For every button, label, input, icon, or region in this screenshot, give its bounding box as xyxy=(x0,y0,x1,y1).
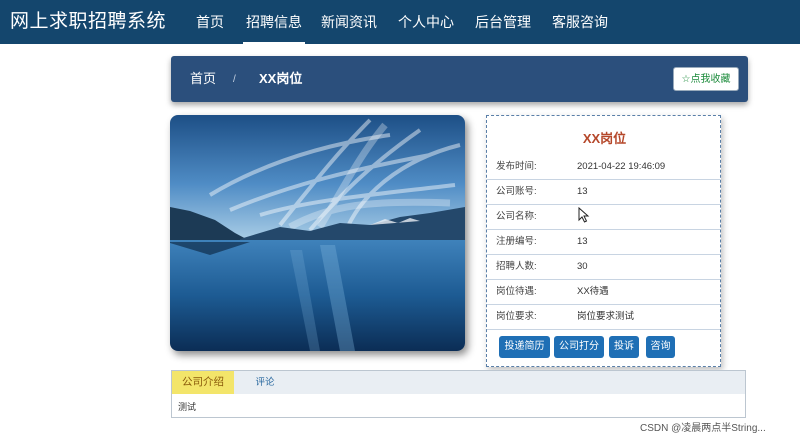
row-value: XX待遇 xyxy=(577,286,609,297)
row-value: 13 xyxy=(577,186,588,197)
nav-admin[interactable]: 后台管理 xyxy=(472,0,534,44)
row-label: 注册编号: xyxy=(496,236,537,247)
nav-customer-service[interactable]: 客服咨询 xyxy=(549,0,611,44)
job-detail-panel: XX岗位 发布时间: 2021-04-22 19:46:09 公司账号: 13 … xyxy=(486,115,721,367)
detail-row-benefits: 岗位待遇: XX待遇 xyxy=(487,280,720,305)
job-title: XX岗位 xyxy=(582,131,627,146)
row-value: 13 xyxy=(577,236,588,247)
detail-row-requirements: 岗位要求: 岗位要求测试 xyxy=(487,305,720,330)
tab-comments[interactable]: 评论 xyxy=(250,371,280,394)
nav-home[interactable]: 首页 xyxy=(187,0,233,44)
site-title[interactable]: 网上求职招聘系统 xyxy=(10,0,166,44)
detail-row-company-name: 公司名称: xyxy=(487,205,720,230)
row-label: 公司名称: xyxy=(496,211,537,222)
detail-row-company-account: 公司账号: 13 xyxy=(487,180,720,205)
detail-row-publish-time: 发布时间: 2021-04-22 19:46:09 xyxy=(487,155,720,180)
consult-button[interactable]: 咨询 xyxy=(646,336,675,358)
detail-row-registration-number: 注册编号: 13 xyxy=(487,230,720,255)
complaint-button[interactable]: 投诉 xyxy=(609,336,639,358)
tab-company-intro[interactable]: 公司介绍 xyxy=(172,371,234,394)
row-label: 公司账号: xyxy=(496,186,537,197)
favorite-button[interactable]: ☆点我收藏 xyxy=(673,67,739,91)
row-value: 2021-04-22 19:46:09 xyxy=(577,161,666,172)
breadcrumb: 首页 / XX岗位 xyxy=(171,56,748,102)
tab-content: 测试 xyxy=(178,402,197,412)
breadcrumb-home[interactable]: 首页 xyxy=(190,56,216,102)
detail-row-headcount: 招聘人数: 30 xyxy=(487,255,720,280)
submit-resume-button[interactable]: 投递简历 xyxy=(499,336,550,358)
top-navbar: 网上求职招聘系统 首页 招聘信息 新闻资讯 个人中心 后台管理 客服咨询 xyxy=(0,0,800,44)
info-tabs: 公司介绍 评论 测试 xyxy=(171,370,746,418)
breadcrumb-separator: / xyxy=(233,74,236,85)
row-label: 岗位要求: xyxy=(496,311,537,322)
csdn-watermark: CSDN @凌晨两点半String... xyxy=(640,423,766,434)
nav-personal-center[interactable]: 个人中心 xyxy=(395,0,457,44)
row-label: 发布时间: xyxy=(496,161,537,172)
rate-company-button[interactable]: 公司打分 xyxy=(554,336,604,358)
row-label: 招聘人数: xyxy=(496,261,537,272)
landscape-image xyxy=(170,115,465,351)
row-label: 岗位待遇: xyxy=(496,286,537,297)
job-image xyxy=(170,115,465,351)
tab-bar: 公司介绍 评论 xyxy=(172,371,745,394)
nav-job-info[interactable]: 招聘信息 xyxy=(243,0,305,44)
breadcrumb-current: XX岗位 xyxy=(259,71,303,86)
row-value: 岗位要求测试 xyxy=(577,311,635,322)
mouse-cursor-icon xyxy=(578,207,590,223)
row-value: 30 xyxy=(577,261,588,272)
nav-news[interactable]: 新闻资讯 xyxy=(318,0,380,44)
